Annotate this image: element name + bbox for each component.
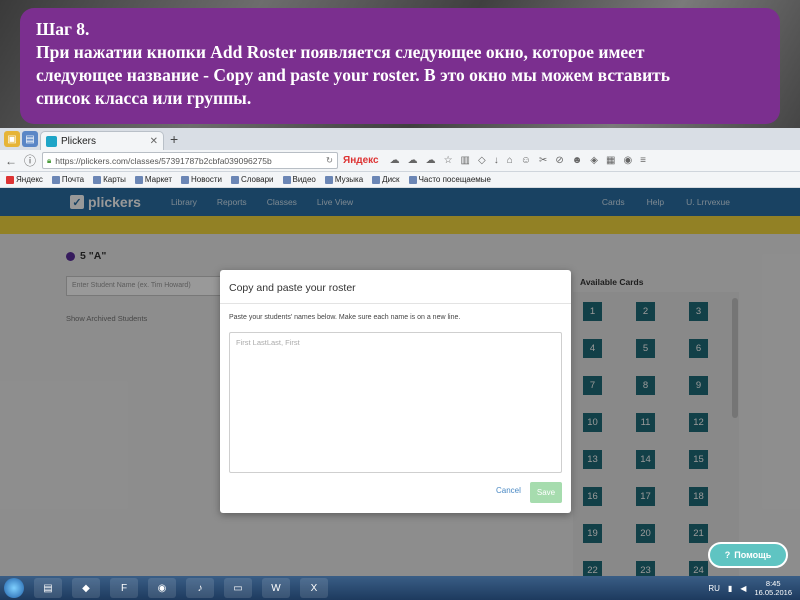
window-icon[interactable]: ▤ <box>22 131 38 147</box>
smiley-icon[interactable]: ☻ <box>572 155 583 166</box>
system-tray: RU ▮ ◀ 8:45 16.05.2016 <box>708 579 800 597</box>
caption-line: Шаг 8. <box>36 19 90 39</box>
search-engine-logo[interactable]: Яндекс <box>343 155 379 166</box>
news-icon <box>181 175 190 184</box>
caption-line: список класса или группы. <box>36 88 252 108</box>
excel-icon[interactable]: X <box>300 578 328 598</box>
app-icon[interactable]: ◆ <box>72 578 100 598</box>
mail-icon <box>51 175 60 184</box>
weather-icon[interactable]: ☁ <box>408 155 418 166</box>
roster-modal: Copy and paste your roster Paste your st… <box>220 270 571 513</box>
clock-time: 8:45 <box>765 579 781 588</box>
bookmark-item[interactable]: Карты <box>93 175 126 184</box>
bookmark-item[interactable]: Музыка <box>324 175 363 184</box>
filezilla-icon[interactable]: F <box>110 578 138 598</box>
menu-icon[interactable]: ≡ <box>640 155 646 166</box>
weather-icon[interactable]: ☁ <box>390 155 400 166</box>
folder-icon[interactable]: ▣ <box>4 131 20 147</box>
info-icon[interactable]: ⓘ <box>23 152 37 169</box>
firefox-icon[interactable]: ◉ <box>148 578 176 598</box>
save-button[interactable]: Save <box>530 482 562 503</box>
browser-window: ▣ ▤ Plickers ✕ + ← ⓘ 🔒︎ https://plickers… <box>0 128 800 576</box>
extension-icon[interactable]: ◉ <box>623 155 632 166</box>
frequent-icon <box>408 175 417 184</box>
new-tab-icon[interactable]: + <box>170 131 178 147</box>
bookmark-item[interactable]: Новости <box>181 175 222 184</box>
bookmark-item[interactable]: Почта <box>51 175 84 184</box>
browser-tab[interactable]: Plickers ✕ <box>40 131 164 150</box>
bookmark-item[interactable]: Яндекс <box>6 175 43 184</box>
clock[interactable]: 8:45 16.05.2016 <box>754 579 792 597</box>
bookmark-item[interactable]: Словари <box>230 175 274 184</box>
video-icon <box>282 175 291 184</box>
yandex-icon <box>6 175 14 184</box>
url-text: https://plickers.com/classes/57391787b2c… <box>55 155 272 166</box>
back-icon[interactable]: ← <box>4 154 18 168</box>
windows-taskbar: ▤ ◆ F ◉ ♪ ▭ W X RU ▮ ◀ 8:45 16.05.2016 <box>0 576 800 600</box>
extension-icon[interactable]: ▦ <box>606 155 615 166</box>
pocket-icon[interactable]: ◇ <box>478 155 486 166</box>
help-icon: ? <box>724 550 731 560</box>
tab-bar: ▣ ▤ Plickers ✕ + <box>0 128 800 150</box>
star-icon[interactable]: ☆ <box>444 155 453 166</box>
caption-line: При нажатии кнопки Add Roster появляется… <box>36 42 645 62</box>
market-icon <box>134 175 143 184</box>
plickers-page: ✓ plickers Library Reports Classes Live V… <box>0 188 800 576</box>
modal-instruction: Paste your students' names below. Make s… <box>229 314 461 321</box>
network-icon[interactable]: ▮ <box>728 584 732 593</box>
adblock-icon[interactable]: ⊘ <box>555 155 563 166</box>
cancel-button[interactable]: Cancel <box>496 486 521 495</box>
caption-line: следующее название - Copy and paste your… <box>36 65 671 85</box>
bookmark-item[interactable]: Маркет <box>134 175 172 184</box>
clock-date: 16.05.2016 <box>754 588 792 597</box>
start-button[interactable] <box>4 578 24 598</box>
chat-icon[interactable]: ☺ <box>521 155 531 166</box>
maps-icon <box>93 175 102 184</box>
volume-icon[interactable]: ◀ <box>740 584 746 593</box>
folder-icon[interactable]: ▭ <box>224 578 252 598</box>
home-icon[interactable]: ⌂ <box>507 155 513 166</box>
extension-icon[interactable]: ◈ <box>590 155 598 166</box>
weather-icon[interactable]: ☁ <box>426 155 436 166</box>
disk-icon <box>372 175 381 184</box>
screenshot-icon[interactable]: ✂ <box>539 155 547 166</box>
close-tab-icon[interactable]: ✕ <box>150 136 158 147</box>
audio-icon[interactable]: ♪ <box>186 578 214 598</box>
bookmark-item[interactable]: Часто посещаемые <box>408 175 491 184</box>
reload-icon[interactable]: ↻ <box>326 155 333 166</box>
bookmarks-bar: Яндекс Почта Карты Маркет Новости Словар… <box>0 172 800 188</box>
download-icon[interactable]: ↓ <box>494 155 499 166</box>
explorer-icon[interactable]: ▤ <box>34 578 62 598</box>
word-icon[interactable]: W <box>262 578 290 598</box>
roster-textarea[interactable] <box>229 332 562 473</box>
dictionary-icon <box>230 175 239 184</box>
tab-title: Plickers <box>61 135 97 147</box>
bookmark-item[interactable]: Диск <box>372 175 400 184</box>
bookmarks-icon[interactable]: ▥ <box>461 155 470 166</box>
lock-icon: 🔒︎ <box>47 155 52 165</box>
address-bar[interactable]: 🔒︎ https://plickers.com/classes/57391787… <box>42 152 338 169</box>
modal-title: Copy and paste your roster <box>220 270 571 304</box>
plickers-favicon-icon <box>46 135 57 147</box>
help-button[interactable]: ? Помощь <box>708 542 788 568</box>
music-icon <box>324 175 333 184</box>
caption-banner: Шаг 8. При нажатии кнопки Add Roster поя… <box>20 8 780 124</box>
bookmark-item[interactable]: Видео <box>282 175 316 184</box>
language-indicator[interactable]: RU <box>708 584 720 593</box>
navigation-bar: ← ⓘ 🔒︎ https://plickers.com/classes/5739… <box>0 150 800 172</box>
toolbar-icons: ☁ ☁ ☁ ☆ ▥ ◇ ↓ ⌂ ☺ ✂ ⊘ ☻ ◈ ▦ ◉ ≡ <box>390 155 646 166</box>
